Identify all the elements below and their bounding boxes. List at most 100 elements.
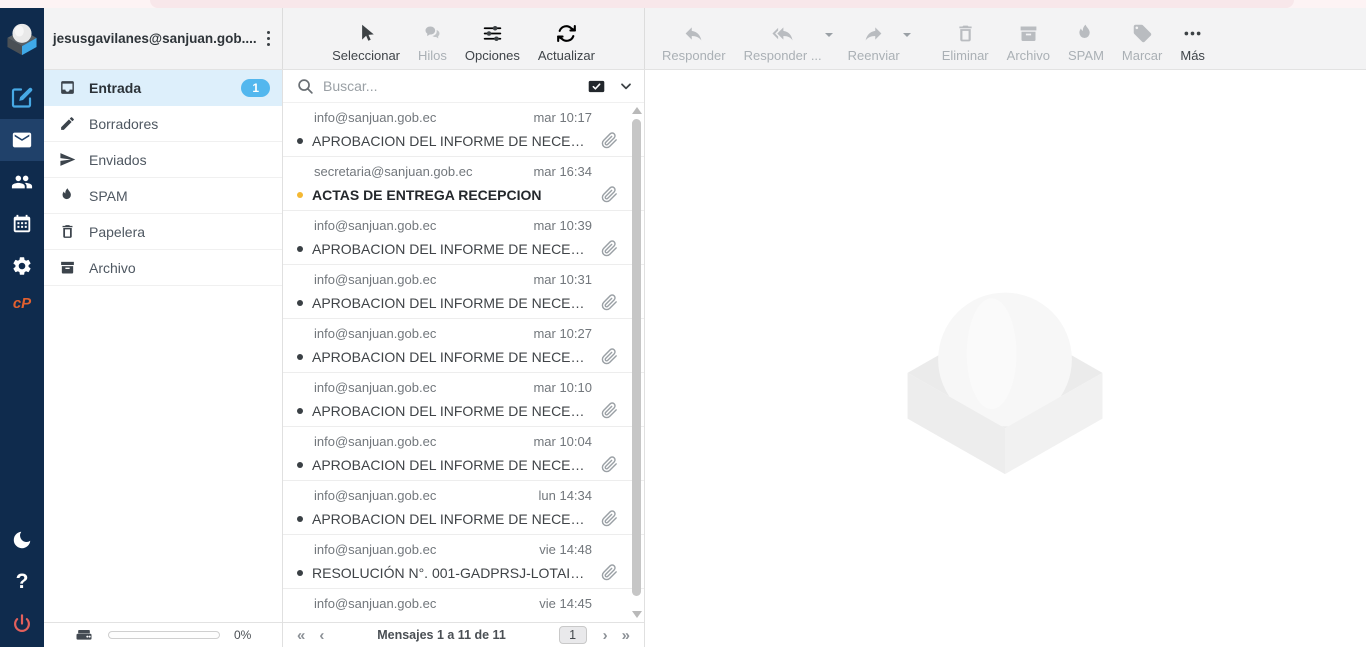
options-button[interactable]: Opciones: [456, 23, 529, 63]
folder-spam[interactable]: SPAM: [44, 178, 282, 214]
read-status-dot[interactable]: [297, 408, 303, 414]
delete-button[interactable]: Eliminar: [933, 23, 998, 63]
read-status-dot[interactable]: [297, 516, 303, 522]
rail-contacts-button[interactable]: [0, 161, 44, 203]
cpanel-logo[interactable]: cP: [13, 295, 31, 312]
unread-count-badge: 1: [241, 79, 270, 97]
more-button[interactable]: Más: [1171, 23, 1214, 63]
subject: APROBACION DEL INFORME DE NECESIDA...: [312, 457, 592, 473]
attachment-paperclip-icon: [601, 564, 618, 581]
mark-button[interactable]: Marcar: [1113, 23, 1171, 63]
date: mar 10:04: [533, 434, 592, 449]
message-row[interactable]: secretaria@sanjuan.gob.ecmar 16:34 ACTAS…: [283, 157, 644, 211]
sender: secretaria@sanjuan.gob.ec: [314, 164, 472, 179]
scroll-up-arrow-icon[interactable]: [632, 107, 642, 114]
sender: info@sanjuan.gob.ec: [314, 542, 436, 557]
search-icon[interactable]: [297, 78, 314, 95]
sender: info@sanjuan.gob.ec: [314, 272, 436, 287]
attachment-paperclip-icon: [601, 294, 618, 311]
last-page-button[interactable]: »: [622, 628, 630, 643]
webmail-app: cP ? jesusgavilanes@sanjuan.gob.... Sele…: [0, 8, 1366, 647]
forward-button[interactable]: Reenviar: [839, 23, 909, 63]
read-status-dot[interactable]: [297, 138, 303, 144]
message-row[interactable]: info@sanjuan.gob.ecmar 10:04 APROBACION …: [283, 427, 644, 481]
compose-button[interactable]: [0, 77, 44, 119]
folder-drafts[interactable]: Borradores: [44, 106, 282, 142]
message-row[interactable]: info@sanjuan.gob.ecmar 10:39 APROBACION …: [283, 211, 644, 265]
dark-mode-button[interactable]: [0, 519, 44, 561]
contacts-icon: [11, 171, 33, 193]
top-toolbar: jesusgavilanes@sanjuan.gob.... Seleccion…: [44, 8, 1366, 70]
archive-button[interactable]: Archivo: [998, 23, 1059, 63]
search-scope-chevron-down-icon[interactable]: [618, 78, 634, 94]
help-button[interactable]: ?: [0, 561, 44, 603]
date: mar 10:10: [533, 380, 592, 395]
spam-button[interactable]: SPAM: [1059, 23, 1113, 63]
account-menu-kebab-icon[interactable]: [264, 27, 274, 51]
message-row[interactable]: info@sanjuan.gob.ecvie 14:48 RESOLUCIÓN …: [283, 535, 644, 589]
message-row[interactable]: info@sanjuan.gob.ecmar 10:17 APROBACION …: [283, 103, 644, 157]
reply-button[interactable]: Responder: [653, 23, 735, 63]
folder-column: Entrada 1 Borradores Enviados SPAM: [44, 70, 283, 647]
current-page-input[interactable]: 1: [559, 626, 587, 644]
list-toolbar: Seleccionar Hilos Opciones Actualizar: [283, 8, 645, 69]
read-status-dot[interactable]: [297, 300, 303, 306]
search-bar: [283, 70, 644, 103]
subject: APROBACION DEL INFORME DE NECESIDA...: [312, 295, 592, 311]
message-row[interactable]: info@sanjuan.gob.ec mar 10:31 APROBACION …: [283, 265, 644, 319]
refresh-icon: [556, 23, 577, 44]
account-section: jesusgavilanes@sanjuan.gob....: [44, 8, 283, 69]
next-page-button[interactable]: ›: [603, 628, 608, 643]
mail-icon: [11, 129, 33, 151]
date: mar 10:31: [533, 272, 592, 287]
message-status-filter-icon[interactable]: [586, 78, 607, 95]
rail-mail-button[interactable]: [0, 119, 44, 161]
folder-list: Entrada 1 Borradores Enviados SPAM: [44, 70, 282, 622]
message-view-pane: [645, 70, 1366, 647]
search-input[interactable]: [323, 78, 577, 94]
read-status-dot[interactable]: [297, 462, 303, 468]
message-row[interactable]: info@sanjuan.gob.ecvie 14:45: [283, 589, 644, 622]
folder-inbox[interactable]: Entrada 1: [44, 70, 282, 106]
reply-icon: [683, 23, 704, 44]
read-status-dot[interactable]: [297, 246, 303, 252]
list-scrollbar[interactable]: [631, 105, 643, 620]
refresh-button[interactable]: Actualizar: [529, 23, 604, 63]
prev-page-button[interactable]: ‹: [319, 628, 324, 643]
ellipsis-icon: [1182, 23, 1203, 44]
folder-sent[interactable]: Enviados: [44, 142, 282, 178]
read-status-dot[interactable]: [297, 570, 303, 576]
attachment-paperclip-icon: [601, 402, 618, 419]
rail-settings-button[interactable]: [0, 245, 44, 287]
unread-status-dot[interactable]: [297, 192, 303, 198]
sender: info@sanjuan.gob.ec: [314, 218, 436, 233]
reply-all-button[interactable]: Responder ...: [735, 23, 831, 63]
read-status-dot[interactable]: [297, 354, 303, 360]
message-row[interactable]: info@sanjuan.gob.eclun 14:34 APROBACION …: [283, 481, 644, 535]
message-row[interactable]: info@sanjuan.gob.ec mar 10:10 APROBACION …: [283, 373, 644, 427]
message-row[interactable]: info@sanjuan.gob.ecmar 10:27 APROBACION …: [283, 319, 644, 373]
rail-calendar-button[interactable]: [0, 203, 44, 245]
subject: APROBACION DEL INFORME DE NECESIDA...: [312, 241, 592, 257]
logout-button[interactable]: [0, 603, 44, 645]
sender: info@sanjuan.gob.ec: [314, 380, 436, 395]
attachment-paperclip-icon: [601, 240, 618, 257]
content-area: Entrada 1 Borradores Enviados SPAM: [44, 70, 1366, 647]
threads-icon: [422, 23, 443, 44]
first-page-button[interactable]: «: [297, 628, 305, 643]
select-button[interactable]: Seleccionar: [323, 23, 409, 63]
attachment-paperclip-icon: [601, 456, 618, 473]
folder-archive[interactable]: Archivo: [44, 250, 282, 286]
compose-icon: [10, 86, 34, 110]
scrollbar-thumb[interactable]: [632, 119, 641, 596]
subject: APROBACION DEL INFORME DE NECESIDA...: [312, 403, 592, 419]
dark-mode-moon-icon: [11, 529, 33, 551]
reply-all-icon: [772, 23, 793, 44]
threads-button[interactable]: Hilos: [409, 23, 456, 63]
send-icon: [59, 151, 76, 168]
folder-trash[interactable]: Papelera: [44, 214, 282, 250]
quota-bar: 0%: [44, 622, 282, 647]
quota-progress: [108, 631, 220, 639]
scroll-down-arrow-icon[interactable]: [632, 611, 642, 618]
message-list: info@sanjuan.gob.ecmar 10:17 APROBACION …: [283, 103, 644, 622]
